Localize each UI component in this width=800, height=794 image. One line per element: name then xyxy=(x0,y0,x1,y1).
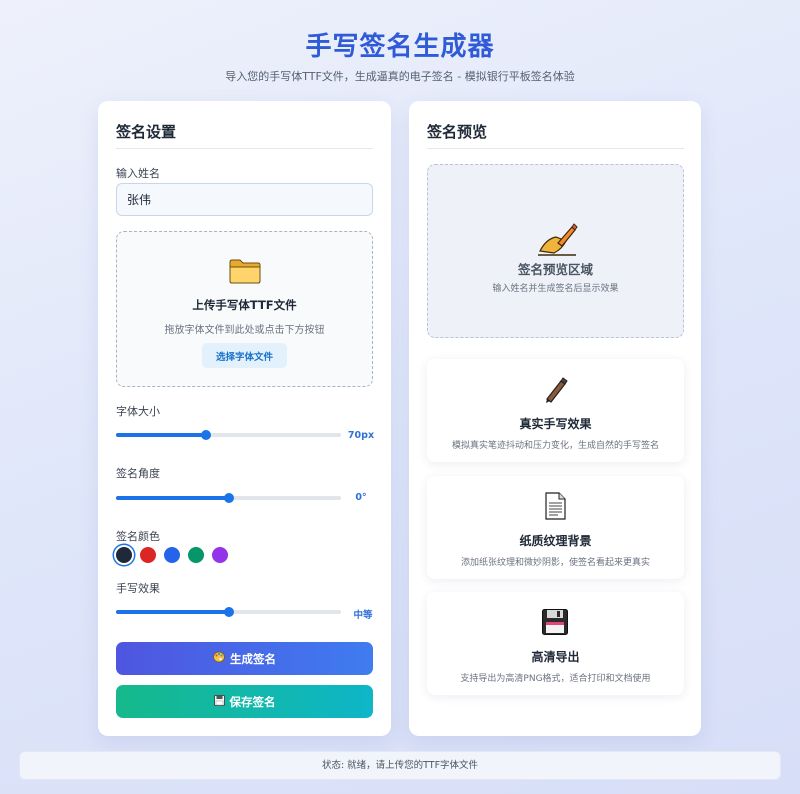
settings-panel: 签名设置 输入姓名 上传手写体TTF文件 拖放字体文件到此处或点击下方按钮 选择… xyxy=(98,101,391,736)
app-title: 手写签名生成器 xyxy=(305,32,495,62)
feature-desc: 模拟真实笔迹抖动和压力变化，生成自然的手写签名 xyxy=(451,441,659,451)
generate-label: 生成签名 xyxy=(230,651,276,666)
divider xyxy=(116,148,373,149)
pen-icon xyxy=(546,377,568,403)
settings-title: 签名设置 xyxy=(116,123,177,141)
feature-card: 纸质纹理背景 添加纸张纹理和微妙阴影，使签名看起来更真实 xyxy=(427,476,684,579)
angle-slider[interactable] xyxy=(116,493,341,503)
color-swatch-red[interactable] xyxy=(140,547,156,563)
status-bar: 状态: 就绪，请上传您的TTF字体文件 xyxy=(19,751,781,780)
choose-font-button[interactable]: 选择字体文件 xyxy=(202,343,287,368)
slider-fill xyxy=(116,433,206,437)
slider-thumb[interactable] xyxy=(201,430,211,440)
feature-desc: 添加纸张纹理和微妙阴影，使签名看起来更真实 xyxy=(460,558,650,568)
effect-slider[interactable] xyxy=(116,607,341,617)
font-size-label: 字体大小 xyxy=(116,405,160,418)
folder-icon xyxy=(229,259,261,284)
signature-preview-area: 签名预览区域 输入姓名并生成签名后显示效果 xyxy=(427,164,684,338)
slider-fill xyxy=(116,610,229,614)
preview-area-title: 签名预览区域 xyxy=(517,262,593,277)
effect-value: 中等 xyxy=(353,610,373,621)
font-size-value: 70px xyxy=(347,430,375,441)
preview-panel: 签名预览 签名预览区域 输入姓名并生成签名后显示效果 真实手写效果 模拟真实笔迹… xyxy=(409,101,701,736)
floppy-disk-icon xyxy=(213,694,225,709)
preview-area-hint: 输入姓名并生成签名后显示效果 xyxy=(492,284,619,294)
angle-label: 签名角度 xyxy=(116,467,160,480)
feature-card: 高清导出 支持导出为高清PNG格式，适合打印和文档使用 xyxy=(427,592,684,695)
divider xyxy=(427,148,684,149)
feature-title: 真实手写效果 xyxy=(519,417,592,431)
angle-value: 0° xyxy=(355,492,367,503)
document-icon xyxy=(545,492,566,520)
feature-title: 高清导出 xyxy=(531,650,580,664)
app-subtitle: 导入您的手写体TTF文件，生成逼真的电子签名 - 模拟银行平板签名体验 xyxy=(225,70,575,83)
color-swatch-purple[interactable] xyxy=(212,547,228,563)
feature-desc: 支持导出为高清PNG格式，适合打印和文档使用 xyxy=(460,674,651,684)
slider-fill xyxy=(116,496,229,500)
name-input[interactable] xyxy=(116,183,373,216)
preview-title: 签名预览 xyxy=(427,123,488,141)
color-swatch-blue[interactable] xyxy=(164,547,180,563)
palette-icon xyxy=(213,651,225,666)
feature-card: 真实手写效果 模拟真实笔迹抖动和压力变化，生成自然的手写签名 xyxy=(427,359,684,462)
save-label: 保存签名 xyxy=(229,694,276,709)
color-swatch-green[interactable] xyxy=(188,547,204,563)
feature-title: 纸质纹理背景 xyxy=(519,534,592,548)
hand-writing-icon xyxy=(538,223,578,256)
slider-thumb[interactable] xyxy=(223,607,234,617)
color-swatch-black[interactable] xyxy=(116,547,132,563)
save-signature-button[interactable]: 保存签名 xyxy=(116,685,373,718)
upload-hint: 拖放字体文件到此处或点击下方按钮 xyxy=(164,325,325,336)
floppy-disk-icon xyxy=(542,609,568,635)
slider-thumb[interactable] xyxy=(223,493,234,503)
upload-title: 上传手写体TTF文件 xyxy=(192,298,297,312)
color-label: 签名颜色 xyxy=(116,530,160,543)
generate-signature-button[interactable]: 生成签名 xyxy=(116,642,373,675)
font-upload-dropzone[interactable]: 上传手写体TTF文件 拖放字体文件到此处或点击下方按钮 选择字体文件 xyxy=(116,231,373,387)
effect-label: 手写效果 xyxy=(116,582,160,595)
name-label: 输入姓名 xyxy=(116,167,160,180)
font-size-slider[interactable] xyxy=(116,430,341,440)
